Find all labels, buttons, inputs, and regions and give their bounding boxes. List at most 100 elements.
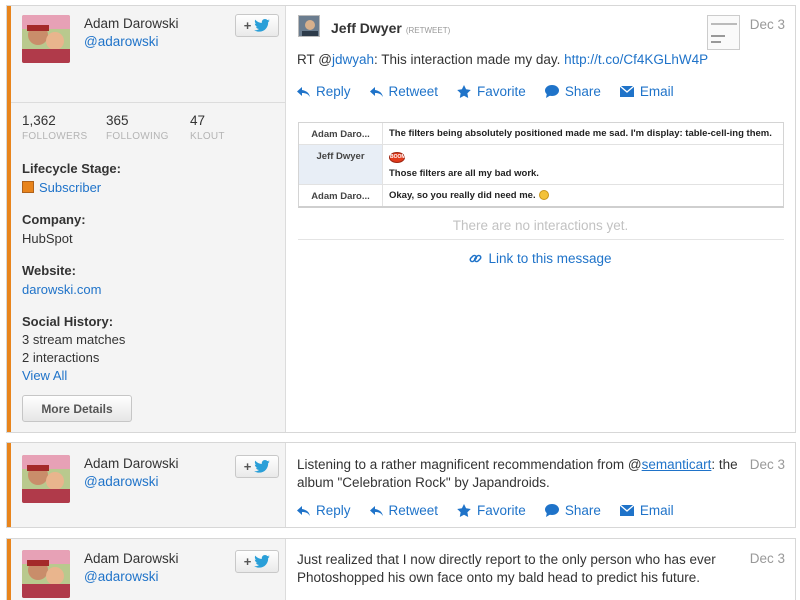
stream-item-2: Adam Darowski @adarowski + Dec 3 Listeni… (6, 442, 796, 528)
reply-button[interactable]: Reply (297, 84, 351, 99)
favorite-button[interactable]: Favorite (457, 503, 526, 518)
stat-klout: 47 KLOUT (190, 113, 274, 142)
email-button[interactable]: Email (619, 84, 674, 99)
link-to-message[interactable]: Link to this message (286, 251, 795, 266)
website-link[interactable]: darowski.com (22, 281, 101, 299)
speech-bubble-icon (544, 85, 559, 98)
contact-name[interactable]: Adam Darowski (84, 551, 179, 566)
link-icon (469, 254, 482, 263)
company-label: Company: (22, 212, 86, 227)
profile-header: Adam Darowski @adarowski + (11, 6, 285, 96)
message-line: Photoshopped his own face onto my bald h… (297, 570, 701, 585)
message-panel: Dec 3 Listening to a rather magnificent … (286, 443, 795, 527)
interaction-row: Adam Daro... Okay, so you really did nee… (299, 185, 783, 206)
website-field: Website: darowski.com (22, 263, 101, 299)
favorite-label: Favorite (477, 503, 526, 518)
more-details-button[interactable]: More Details (22, 395, 132, 422)
message-panel: Dec 3 Just realized that I now directly … (286, 539, 795, 600)
twitter-bird-icon (254, 460, 271, 473)
stat-value: 47 (190, 113, 206, 128)
favorite-button[interactable]: Favorite (457, 84, 526, 99)
mention-link[interactable]: jdwyah (332, 52, 374, 67)
interaction-text: Okay, so you really did need me. (389, 190, 536, 201)
envelope-icon (619, 505, 634, 516)
message-author[interactable]: Jeff Dwyer (RETWEET) (331, 20, 450, 36)
share-button[interactable]: Share (544, 84, 601, 99)
message-actions: Reply Retweet Favorite Share Email (297, 503, 674, 518)
favorite-label: Favorite (477, 84, 526, 99)
lifecycle-link[interactable]: Subscriber (39, 180, 101, 195)
interaction-content: Okay, so you really did need me. (383, 185, 783, 206)
interaction-text: The filters being absolutely positioned … (389, 128, 772, 139)
follow-button[interactable]: + (235, 14, 279, 37)
share-label: Share (564, 503, 601, 518)
view-all-link[interactable]: View All (22, 367, 125, 385)
no-interactions-text: There are no interactions yet. (452, 218, 629, 233)
retweet-button[interactable]: Retweet (369, 503, 438, 518)
star-icon (457, 504, 471, 517)
interaction-content: BOOM Those filters are all my bad work. (383, 145, 783, 184)
contact-handle[interactable]: @adarowski (84, 569, 158, 584)
divider (11, 102, 285, 103)
interaction-preview: Adam Daro... The filters being absolutel… (298, 122, 784, 208)
stat-label: FOLLOWERS (22, 131, 88, 142)
mention-link[interactable]: semanticart (642, 457, 712, 472)
divider (298, 239, 784, 240)
contact-name[interactable]: Adam Darowski (84, 456, 179, 471)
star-icon (457, 85, 471, 98)
avatar[interactable] (22, 455, 70, 503)
follow-button[interactable]: + (235, 455, 279, 478)
message-text: Just realized that I now directly report… (297, 551, 716, 587)
stat-label: FOLLOWING (106, 131, 169, 142)
thumb-line (711, 23, 737, 25)
message-date: Dec 3 (749, 17, 785, 32)
speech-bubble-icon (544, 504, 559, 517)
share-button[interactable]: Share (544, 503, 601, 518)
author-name[interactable]: Jeff Dwyer (331, 20, 402, 36)
share-label: Share (564, 84, 601, 99)
stat-following: 365 FOLLOWING (106, 113, 190, 142)
message-date: Dec 3 (749, 551, 785, 566)
contact-handle[interactable]: @adarowski (84, 34, 158, 49)
retweet-icon (369, 86, 383, 97)
stream-matches: 3 stream matches (22, 332, 126, 347)
contact-sidebar: Adam Darowski @adarowski + 1,362 FOLLOWE… (7, 6, 286, 432)
envelope-icon (619, 86, 634, 97)
reply-icon (297, 505, 310, 516)
social-history-label: Social History: (22, 314, 114, 329)
message-date: Dec 3 (749, 457, 785, 472)
stats-row: 1,362 FOLLOWERS 365 FOLLOWING 47 KLOUT (22, 113, 274, 142)
contact-name[interactable]: Adam Darowski (84, 16, 179, 31)
message-text-part: Listening to a rather magnificent recomm… (297, 457, 642, 472)
message-text: Listening to a rather magnificent recomm… (297, 456, 738, 492)
contact-handle[interactable]: @adarowski (84, 474, 158, 489)
thumb-line (711, 41, 721, 43)
lifecycle-label: Lifecycle Stage: (22, 161, 121, 176)
stat-value: 365 (106, 113, 129, 128)
stream-item-3: Adam Darowski @adarowski + Dec 3 Just re… (6, 538, 796, 600)
company-field: Company: HubSpot (22, 212, 86, 248)
company-value: HubSpot (22, 231, 73, 246)
stat-value: 1,362 (22, 113, 56, 128)
boom-image-icon: BOOM (389, 152, 406, 163)
smiley-icon (538, 190, 549, 200)
author-avatar[interactable] (298, 15, 320, 37)
url-link[interactable]: http://t.co/Cf4KGLhW4P (564, 52, 708, 67)
follow-button[interactable]: + (235, 550, 279, 573)
contact-sidebar: Adam Darowski @adarowski + (7, 539, 286, 600)
avatar[interactable] (22, 550, 70, 598)
message-thumbnail[interactable] (707, 15, 740, 50)
plus-icon: + (243, 554, 252, 569)
plus-icon: + (243, 18, 252, 33)
message-line: Listening to a rather magnificent recomm… (297, 456, 738, 474)
avatar[interactable] (22, 15, 70, 63)
interaction-row: Adam Daro... The filters being absolutel… (299, 123, 783, 145)
lifecycle-stage-icon (22, 181, 34, 193)
reply-icon (297, 86, 310, 97)
lifecycle-field: Lifecycle Stage: Subscriber (22, 161, 121, 197)
retweet-button[interactable]: Retweet (369, 84, 438, 99)
reply-button[interactable]: Reply (297, 503, 351, 518)
link-to-message-label: Link to this message (488, 251, 612, 266)
stat-followers: 1,362 FOLLOWERS (22, 113, 106, 142)
email-button[interactable]: Email (619, 503, 674, 518)
